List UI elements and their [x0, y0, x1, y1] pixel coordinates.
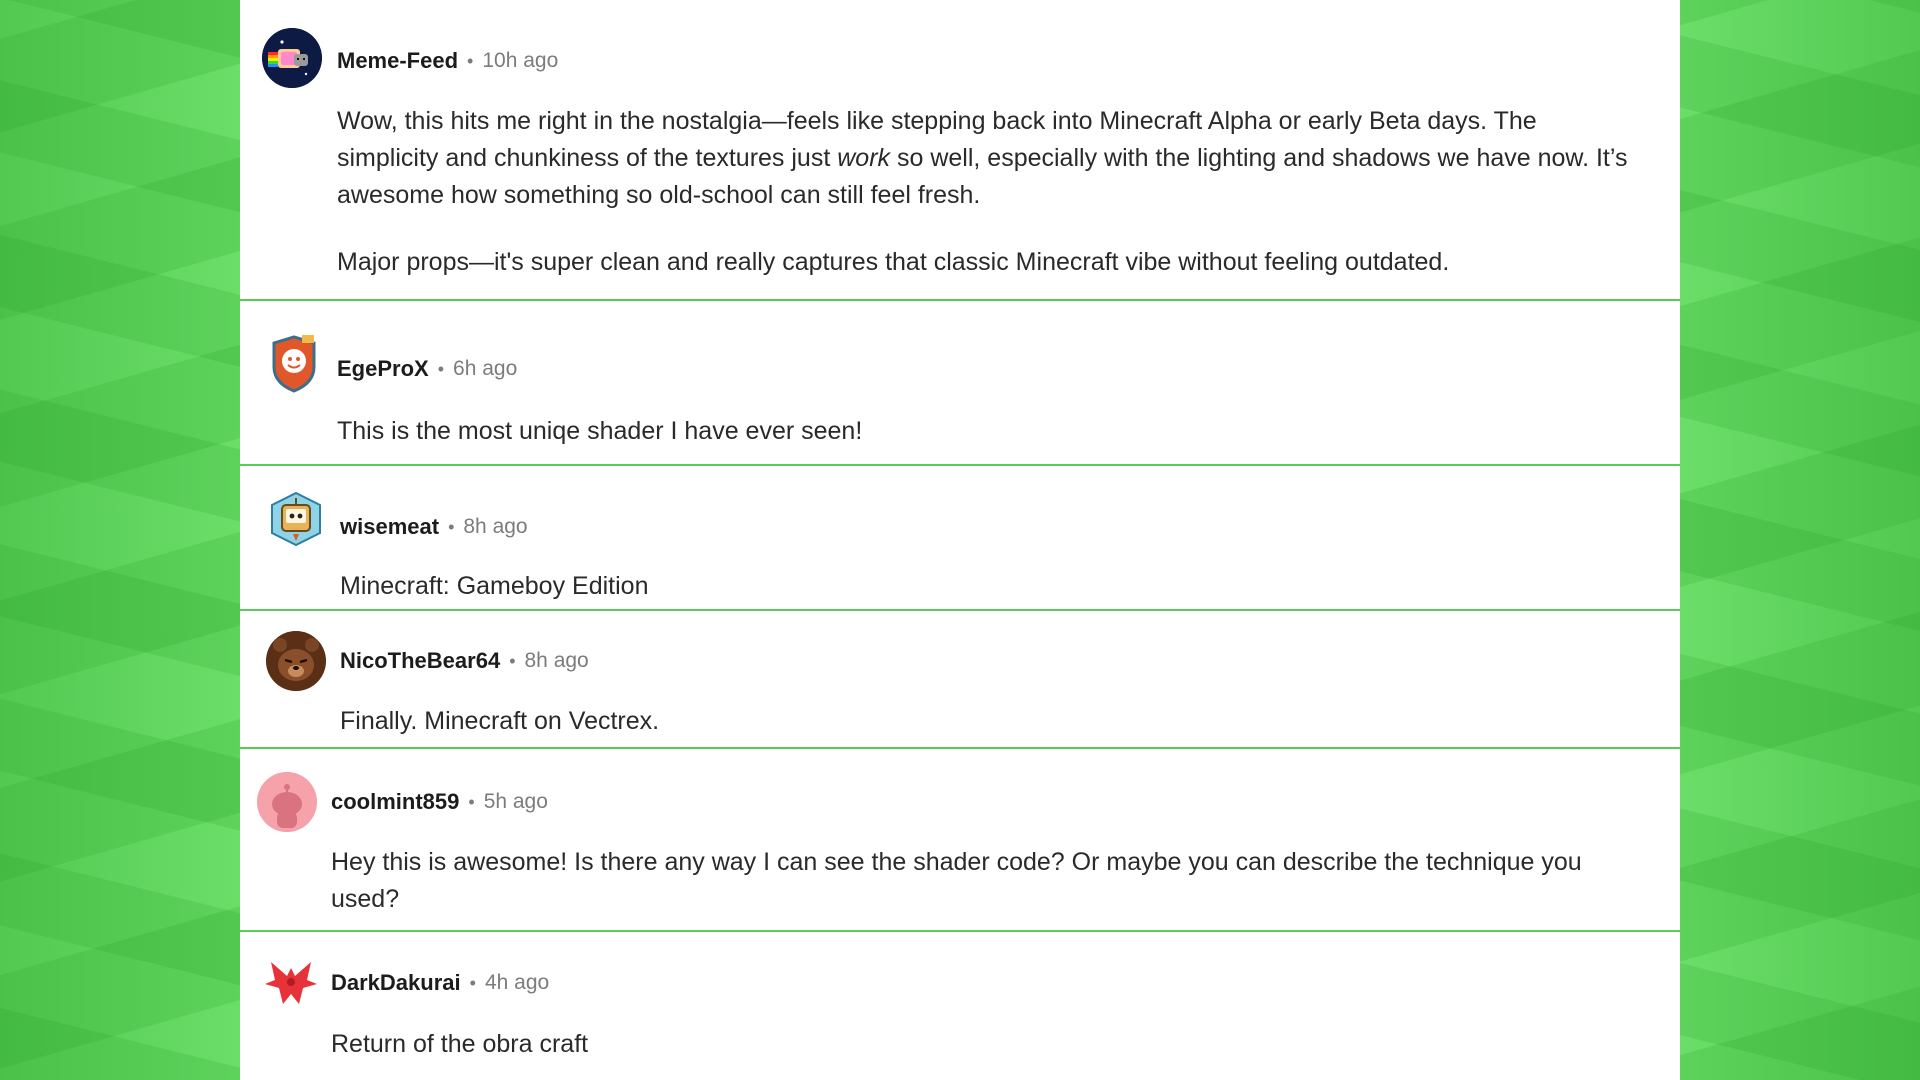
comment-emphasis: work [837, 144, 891, 172]
user-avatar[interactable] [266, 631, 326, 691]
comment-paragraph: Hey this is awesome! Is there any way I … [331, 848, 1582, 913]
comment-timestamp[interactable]: 4h ago [485, 971, 549, 995]
background-right [1680, 0, 1920, 1080]
comments-panel: Meme-Feed • 10h ago Wow, this hits me ri… [240, 0, 1680, 1080]
username-link[interactable]: EgeProX [337, 356, 429, 382]
user-avatar[interactable] [264, 333, 324, 393]
comment-item: NicoTheBear64 • 8h ago Finally. Minecraf… [240, 611, 1680, 749]
tv-robot-avatar-icon [271, 491, 321, 547]
username-link[interactable]: Meme-Feed [337, 48, 458, 74]
brown-bear-avatar-icon [266, 631, 326, 691]
nyan-cat-avatar-icon [262, 28, 322, 88]
comment-body: Minecraft: Gameboy Edition [340, 568, 1640, 605]
comment-timestamp[interactable]: 8h ago [525, 649, 589, 673]
comment-timestamp[interactable]: 8h ago [463, 515, 527, 539]
comment-paragraph: Minecraft: Gameboy Edition [340, 572, 649, 600]
orange-shield-avatar-icon [272, 335, 316, 393]
username-link[interactable]: DarkDakurai [331, 970, 461, 996]
comment-meta: coolmint859 • 5h ago [331, 787, 548, 817]
comment-item: Meme-Feed • 10h ago Wow, this hits me ri… [240, 0, 1680, 301]
username-link[interactable]: wisemeat [340, 514, 439, 540]
meta-separator: • [448, 516, 455, 537]
meta-separator: • [467, 50, 474, 71]
meta-separator: • [469, 972, 476, 993]
user-avatar[interactable] [261, 954, 321, 1014]
comment-meta: wisemeat • 8h ago [340, 512, 528, 542]
comment-body: Finally. Minecraft on Vectrex. [340, 703, 1640, 740]
comment-paragraph: Major props—it's super clean and really … [337, 248, 1450, 276]
comment-timestamp[interactable]: 10h ago [482, 49, 558, 73]
user-avatar[interactable] [262, 28, 322, 88]
comment-paragraph: This is the most uniqe shader I have eve… [337, 417, 863, 445]
comment-item: wisemeat • 8h ago Minecraft: Gameboy Edi… [240, 466, 1680, 611]
comment-body: Wow, this hits me right in the nostalgia… [337, 103, 1637, 281]
comment-meta: Meme-Feed • 10h ago [337, 46, 558, 76]
comment-body: Return of the obra craft [331, 1026, 1631, 1063]
pink-snoo-avatar-icon [257, 772, 317, 832]
comment-timestamp[interactable]: 5h ago [484, 790, 548, 814]
background-left [0, 0, 240, 1080]
user-avatar[interactable] [266, 489, 326, 549]
meta-separator: • [468, 791, 475, 812]
user-avatar[interactable] [257, 772, 317, 832]
red-bat-emblem-avatar-icon [265, 962, 317, 1004]
comment-item: DarkDakurai • 4h ago Return of the obra … [240, 932, 1680, 1080]
comment-meta: DarkDakurai • 4h ago [331, 968, 549, 998]
comment-item: coolmint859 • 5h ago Hey this is awesome… [240, 749, 1680, 932]
comment-paragraph: Finally. Minecraft on Vectrex. [340, 707, 660, 735]
comment-item: EgeProX • 6h ago This is the most uniqe … [240, 301, 1680, 466]
comment-body: This is the most uniqe shader I have eve… [337, 413, 1637, 450]
comment-meta: NicoTheBear64 • 8h ago [340, 646, 589, 676]
username-link[interactable]: NicoTheBear64 [340, 648, 500, 674]
meta-separator: • [509, 650, 516, 671]
comment-timestamp[interactable]: 6h ago [453, 357, 517, 381]
comment-paragraph: Return of the obra craft [331, 1030, 589, 1058]
comment-paragraph: Wow, this hits me right in the nostalgia… [337, 103, 1637, 214]
username-link[interactable]: coolmint859 [331, 789, 459, 815]
comment-body: Hey this is awesome! Is there any way I … [331, 844, 1631, 918]
meta-separator: • [437, 358, 445, 379]
comment-meta: EgeProX • 6h ago [337, 354, 517, 384]
